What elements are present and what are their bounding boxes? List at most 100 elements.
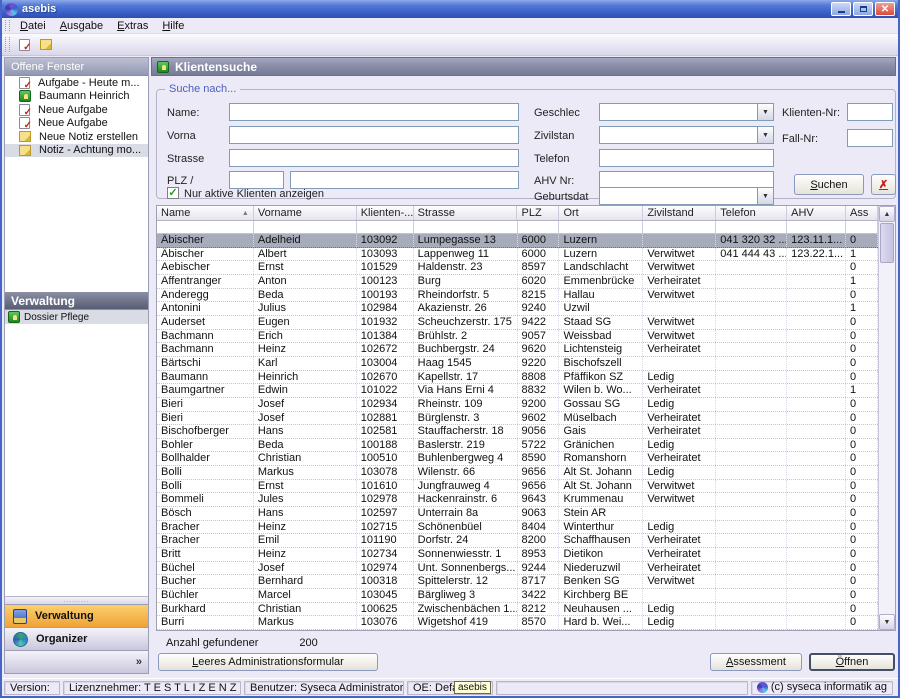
- new-task-button[interactable]: [13, 35, 35, 54]
- fall-nr-input[interactable]: [847, 129, 893, 147]
- table-row[interactable]: BurriMarkus103076Wigetshof 4198570Hard b…: [157, 616, 878, 630]
- table-row[interactable]: BüchlerMarcel103045Bärgliweg 33422Kirchb…: [157, 589, 878, 603]
- table-row[interactable]: BüchelJosef102974Unt. Sonnenbergs...9244…: [157, 562, 878, 576]
- table-row[interactable]: ÄbischerAdelheid103092Lumpegasse 136000L…: [157, 234, 878, 248]
- table-row[interactable]: AndereggBeda100193Rheindorfstr. 58215Hal…: [157, 289, 878, 303]
- task-icon: [19, 77, 30, 89]
- titlebar: asebis ✕: [2, 0, 898, 18]
- zivilstand-select[interactable]: ▼: [599, 126, 774, 144]
- column-header-zivilstand[interactable]: Zivilstand: [643, 206, 716, 220]
- chevrons-button[interactable]: »: [136, 656, 142, 668]
- clear-search-button[interactable]: ✗: [871, 174, 896, 195]
- restore-button[interactable]: [853, 2, 873, 16]
- new-note-button[interactable]: [35, 35, 57, 54]
- vorname-input[interactable]: [229, 126, 519, 144]
- column-header-strasse[interactable]: Strasse: [414, 206, 518, 220]
- filter-cell[interactable]: [716, 221, 787, 233]
- admin-form-button[interactable]: Leeres Administrationsformular: [158, 653, 378, 671]
- search-button[interactable]: Suchen: [794, 174, 864, 195]
- geschlecht-select[interactable]: ▼: [599, 103, 774, 121]
- strasse-label: Strasse: [167, 153, 204, 165]
- nav-buttons: VerwaltungOrganizer: [5, 604, 148, 650]
- table-row[interactable]: BaumannHeinrich102670Kapellstr. 178808Pf…: [157, 371, 878, 385]
- name-input[interactable]: [229, 103, 519, 121]
- menu-hilfe[interactable]: Hilfe: [155, 19, 191, 33]
- filter-cell[interactable]: [357, 221, 414, 233]
- geburtsdatum-select[interactable]: ▼: [599, 187, 774, 205]
- table-row[interactable]: AebischerErnst101529Haldenstr. 238597Lan…: [157, 261, 878, 275]
- toolbar: [2, 34, 898, 56]
- filter-cell[interactable]: [643, 221, 716, 233]
- table-row[interactable]: BurkhardChristian100625Zwischenbächen 1.…: [157, 603, 878, 617]
- table-row[interactable]: AntoniniJulius102984Akazienstr. 269240Uz…: [157, 302, 878, 316]
- filter-cell[interactable]: [518, 221, 560, 233]
- table-row[interactable]: BärtschiKarl103004Haag 15459220Bischofsz…: [157, 357, 878, 371]
- scroll-up-icon[interactable]: ▲: [879, 206, 895, 222]
- table-row[interactable]: BieriJosef102881Bürglenstr. 39602Müselba…: [157, 412, 878, 426]
- table-row[interactable]: AffentrangerAnton100123Burg6020Emmenbrüc…: [157, 275, 878, 289]
- table-row[interactable]: BachmannHeinz102672Buchbergstr. 249620Li…: [157, 343, 878, 357]
- table-row[interactable]: BohlerBeda100188Baslerstr. 2195722Gränic…: [157, 439, 878, 453]
- sidebar-item[interactable]: Notiz - Achtung mo...: [5, 144, 148, 158]
- filter-cell[interactable]: [254, 221, 357, 233]
- menu-datei[interactable]: Datei: [13, 19, 53, 33]
- ort-input[interactable]: [290, 171, 519, 189]
- sidebar-item[interactable]: Dossier Pflege: [5, 310, 148, 324]
- filter-cell[interactable]: [787, 221, 846, 233]
- column-header-telefon[interactable]: Telefon: [716, 206, 787, 220]
- column-header-vorname[interactable]: Vorname: [254, 206, 357, 220]
- verwaltung-list: Dossier Pflege: [5, 310, 148, 596]
- table-row[interactable]: BolliErnst101610Jungfrauweg 49656Alt St.…: [157, 480, 878, 494]
- filter-cell[interactable]: [414, 221, 518, 233]
- table-row[interactable]: BracherEmil101190Dorfstr. 248200Schaffha…: [157, 534, 878, 548]
- sidebar-item[interactable]: Baumann Heinrich: [5, 90, 148, 104]
- filter-cell[interactable]: [559, 221, 643, 233]
- scrollbar-thumb[interactable]: [880, 223, 894, 263]
- table-row[interactable]: BachmannErich101384Brühlstr. 29057Weissb…: [157, 330, 878, 344]
- plz-input[interactable]: [229, 171, 284, 189]
- menu-ausgabe[interactable]: Ausgabe: [53, 19, 110, 33]
- open-button[interactable]: Öffnen: [809, 653, 895, 671]
- table-row[interactable]: BolliMarkus103078Wilenstr. 669656Alt St.…: [157, 466, 878, 480]
- column-header-name[interactable]: Name▲: [157, 206, 254, 220]
- active-only-checkbox[interactable]: ✓: [167, 187, 179, 199]
- table-row[interactable]: BommeliJules102978Hackenrainstr. 69643Kr…: [157, 493, 878, 507]
- chevron-down-icon[interactable]: ▼: [757, 127, 773, 143]
- nav-verwaltung[interactable]: Verwaltung: [5, 604, 148, 627]
- close-button[interactable]: ✕: [875, 2, 895, 16]
- column-header-ort[interactable]: Ort: [559, 206, 643, 220]
- telefon-input[interactable]: [599, 149, 774, 167]
- table-row[interactable]: BieriJosef102934Rheinstr. 1099200Gossau …: [157, 398, 878, 412]
- scroll-down-icon[interactable]: ▼: [879, 614, 895, 630]
- column-header-ahv[interactable]: AHV: [787, 206, 846, 220]
- table-row[interactable]: BollhalderChristian100510Buhlenbergweg 4…: [157, 452, 878, 466]
- assessment-button[interactable]: Assessment: [710, 653, 802, 671]
- filter-cell[interactable]: [157, 221, 254, 233]
- table-row[interactable]: AudersetEugen101932Scheuchzerstr. 175942…: [157, 316, 878, 330]
- strasse-input[interactable]: [229, 149, 519, 167]
- table-row[interactable]: BrittHeinz102734Sonnenwiesstr. 18953Diet…: [157, 548, 878, 562]
- sidebar-item[interactable]: Aufgabe - Heute m...: [5, 76, 148, 90]
- nav-organizer[interactable]: Organizer: [5, 627, 148, 650]
- column-header-ass[interactable]: Ass: [846, 206, 878, 220]
- menu-items: DateiAusgabeExtrasHilfe: [13, 19, 191, 33]
- table-row[interactable]: BaumgartnerEdwin101022Via Hans Erni 4883…: [157, 384, 878, 398]
- filter-cell[interactable]: [846, 221, 878, 233]
- sidebar-item[interactable]: Neue Notiz erstellen: [5, 130, 148, 144]
- chevron-down-icon[interactable]: ▼: [757, 188, 773, 204]
- chevron-down-icon[interactable]: ▼: [757, 104, 773, 120]
- minimize-button[interactable]: [831, 2, 851, 16]
- table-row[interactable]: BracherHeinz102715Schönenbüel8404Wintert…: [157, 521, 878, 535]
- column-header-klienten[interactable]: Klienten-...: [357, 206, 414, 220]
- sidebar-item[interactable]: Neue Aufgabe: [5, 103, 148, 117]
- table-row[interactable]: BischofbergerHans102581Stauffacherstr. 1…: [157, 425, 878, 439]
- nav-resize-grip[interactable]: .........: [5, 596, 148, 604]
- table-row[interactable]: BucherBernhard100318Spittelerstr. 128717…: [157, 575, 878, 589]
- klienten-nr-input[interactable]: [847, 103, 893, 121]
- column-header-plz[interactable]: PLZ: [517, 206, 559, 220]
- table-row[interactable]: BöschHans102597Unterrain 8a9063Stein AR0: [157, 507, 878, 521]
- table-row[interactable]: ÄbischerAlbert103093Lappenweg 116000Luze…: [157, 248, 878, 262]
- menu-extras[interactable]: Extras: [110, 19, 155, 33]
- sidebar-item[interactable]: Neue Aufgabe: [5, 117, 148, 131]
- vertical-scrollbar[interactable]: ▲ ▼: [878, 206, 895, 630]
